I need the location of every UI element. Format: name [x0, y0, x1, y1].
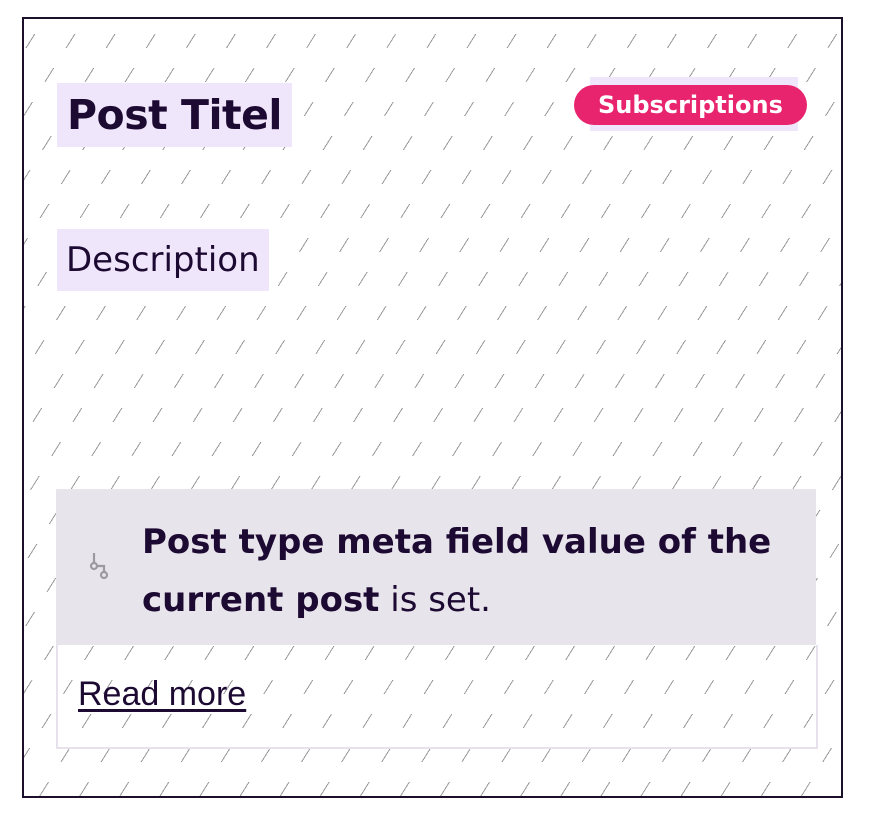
post-title[interactable]: Post Titel — [67, 91, 282, 139]
condition-text: Post type meta field value of the curren… — [142, 513, 782, 629]
condition-rest-text: is set. — [379, 580, 491, 620]
read-more-link[interactable]: Read more — [78, 675, 246, 714]
visibility-condition-notice: Post type meta field value of the curren… — [56, 489, 816, 645]
post-title-container: Post Titel — [57, 83, 292, 147]
description-container: Description — [57, 229, 269, 291]
badge-container: Subscriptions — [574, 77, 807, 131]
subscriptions-badge[interactable]: Subscriptions — [574, 85, 807, 125]
condition-branch-icon — [88, 551, 112, 583]
post-description[interactable]: Description — [66, 240, 260, 280]
read-more-container: Read more — [56, 645, 818, 749]
post-card: Post Titel Subscriptions Description Pos… — [22, 17, 843, 798]
